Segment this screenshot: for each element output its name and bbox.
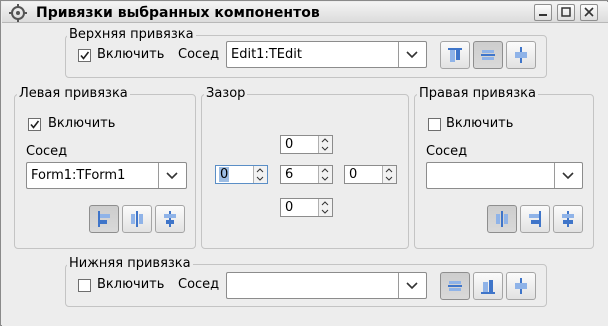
gap-bottom-value: 0	[285, 200, 294, 215]
chevron-down-icon	[562, 172, 574, 180]
left-anchor-left-button[interactable]	[89, 205, 119, 233]
top-neighbor-value: Edit1:TEdit	[231, 47, 302, 62]
top-anchor-bottom-button[interactable]	[506, 41, 536, 69]
spin-arrows-icon	[321, 138, 329, 151]
anchor-bottom-to-top-icon	[448, 281, 462, 291]
top-enable-label[interactable]: Включить	[97, 47, 164, 63]
spin-arrows-icon	[256, 168, 264, 181]
anchor-left-to-center-icon	[131, 211, 143, 227]
gear-icon	[9, 4, 27, 22]
right-anchor-title: Правая привязка	[417, 86, 538, 101]
gap-group: Зазор 0 0 6 0 0	[201, 86, 409, 249]
left-neighbor-label: Сосед	[26, 144, 68, 159]
top-anchor-top-button[interactable]	[440, 41, 470, 69]
anchor-top-to-bottom-icon	[515, 47, 527, 63]
gap-top-spinbox[interactable]: 0	[280, 135, 333, 154]
anchor-right-to-center-icon	[529, 211, 541, 227]
left-neighbor-combobox[interactable]: Form1:TForm1	[26, 162, 187, 189]
top-neighbor-combobox[interactable]: Edit1:TEdit	[226, 41, 427, 68]
left-enable-checkbox[interactable]	[28, 118, 41, 131]
left-neighbor-value: Form1:TForm1	[31, 168, 126, 183]
left-enable-label[interactable]: Включить	[48, 116, 115, 132]
left-anchor-group: Левая привязка Включить Сосед Form1:TFor…	[14, 86, 196, 249]
gap-center-value: 6	[285, 167, 294, 182]
checkmark-icon	[30, 120, 40, 129]
anchor-right-to-left-icon	[496, 211, 508, 227]
top-anchor-center-button[interactable]	[473, 41, 503, 69]
right-anchor-group: Правая привязка Включить Сосед	[414, 86, 594, 249]
gap-title: Зазор	[204, 86, 248, 101]
right-enable-label[interactable]: Включить	[446, 116, 513, 132]
anchor-bottom-to-center-icon	[481, 280, 495, 294]
right-anchor-left-button[interactable]	[487, 205, 517, 233]
right-anchor-center-button[interactable]	[520, 205, 550, 233]
gap-left-spinbox[interactable]: 0	[215, 165, 268, 184]
anchor-top-to-center-icon	[481, 50, 495, 60]
window-client-area: Верхняя привязка Включить Сосед Edit1:TE…	[2, 23, 608, 326]
gap-left-value: 0	[219, 167, 230, 182]
checkmark-icon	[80, 51, 90, 60]
gap-right-spinbox[interactable]: 0	[344, 165, 397, 184]
spin-arrows-icon	[321, 201, 329, 214]
window-title: Привязки выбранных компонентов	[36, 5, 320, 21]
right-neighbor-combobox[interactable]	[426, 162, 583, 189]
bottom-anchor-center-button[interactable]	[473, 272, 503, 300]
bottom-neighbor-combobox[interactable]	[226, 272, 427, 299]
gap-top-value: 0	[285, 137, 294, 152]
chevron-down-icon	[166, 172, 178, 180]
top-enable-checkbox[interactable]	[78, 49, 91, 62]
right-enable-checkbox[interactable]	[428, 118, 441, 131]
left-anchor-center-button[interactable]	[122, 205, 152, 233]
anchor-left-to-left-icon	[98, 211, 110, 227]
bottom-enable-checkbox[interactable]	[78, 279, 91, 292]
spin-arrows-icon	[321, 168, 329, 181]
minimize-button[interactable]	[534, 4, 552, 21]
minimize-icon	[539, 14, 547, 16]
bottom-neighbor-label: Сосед	[178, 277, 220, 292]
gap-right-value: 0	[349, 167, 358, 182]
close-button[interactable]	[580, 4, 598, 21]
gap-center-spinbox[interactable]: 6	[280, 165, 333, 184]
top-anchor-group: Верхняя привязка Включить Сосед Edit1:TE…	[65, 27, 547, 78]
maximize-button[interactable]	[557, 4, 575, 21]
chevron-down-icon	[406, 51, 418, 59]
bottom-anchor-bottom-button[interactable]	[506, 272, 536, 300]
anchor-right-to-right-icon	[562, 211, 574, 227]
left-anchor-title: Левая привязка	[17, 86, 130, 101]
right-neighbor-label: Сосед	[426, 144, 468, 159]
anchor-bottom-to-bottom-icon	[515, 278, 527, 294]
spin-arrows-icon	[385, 168, 393, 181]
left-anchor-right-button[interactable]	[155, 205, 185, 233]
bottom-enable-label[interactable]: Включить	[97, 277, 164, 293]
bottom-anchor-title: Нижняя привязка	[67, 256, 193, 271]
anchor-top-to-top-icon	[448, 48, 462, 62]
title-bar[interactable]: Привязки выбранных компонентов	[2, 2, 608, 23]
anchor-editor-window: Привязки выбранных компонентов Верхняя п…	[0, 0, 608, 326]
chevron-down-icon	[406, 282, 418, 290]
bottom-anchor-group: Нижняя привязка Включить Сосед	[65, 256, 547, 307]
top-neighbor-label: Сосед	[178, 47, 220, 62]
top-anchor-title: Верхняя привязка	[67, 27, 196, 42]
anchor-left-to-right-icon	[164, 211, 176, 227]
close-icon	[584, 7, 594, 17]
maximize-icon	[561, 7, 571, 17]
bottom-anchor-top-button[interactable]	[440, 272, 470, 300]
right-anchor-right-button[interactable]	[553, 205, 583, 233]
gap-bottom-spinbox[interactable]: 0	[280, 198, 333, 217]
